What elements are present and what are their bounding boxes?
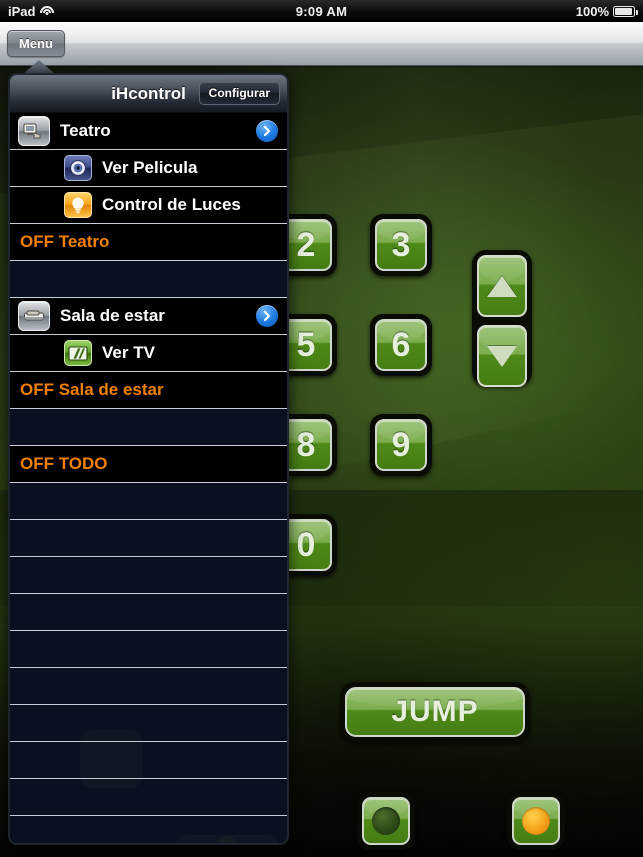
channel-rocker[interactable] <box>472 250 532 387</box>
ios-status-bar: iPad 9:09 AM 100% <box>0 0 643 22</box>
jump-button-label: JUMP <box>391 695 479 728</box>
popover-list: Teatro Ver Pelicula Control de Luces OFF Te… <box>10 113 287 843</box>
keypad-button-label: 0 <box>296 525 316 564</box>
channel-up-button[interactable] <box>477 255 527 317</box>
keypad-button-label: 6 <box>391 325 411 364</box>
popover-row-activity[interactable]: Control de Luces <box>10 187 287 224</box>
disclosure-chevron-icon[interactable] <box>256 120 278 142</box>
keypad-button-label: 5 <box>296 325 316 364</box>
popover-body: iHcontrol Configurar Teatro Ver Pelicula C… <box>8 73 289 845</box>
record-amber-button[interactable] <box>507 792 565 850</box>
battery-percent-label: 100% <box>575 3 609 19</box>
indicator-button-face <box>362 797 410 845</box>
amber-dot-icon <box>522 807 550 835</box>
popover-row-empty <box>10 631 287 668</box>
popover-row-empty <box>10 483 287 520</box>
popover-row-label: Ver Pelicula <box>102 158 198 177</box>
popover-row-activity[interactable]: Ver Pelicula <box>10 150 287 187</box>
keypad-button-label: 3 <box>391 225 411 264</box>
status-bar-clock: 9:09 AM <box>295 3 348 19</box>
triangle-down-icon <box>487 345 517 367</box>
living-room-icon <box>18 301 50 331</box>
triangle-up-icon <box>487 275 517 297</box>
popover-row-activity[interactable]: Ver TV <box>10 335 287 372</box>
popover-row-off[interactable]: OFF Teatro <box>10 224 287 261</box>
rocker-gap <box>477 317 527 325</box>
jump-button[interactable]: JUMP <box>340 682 530 742</box>
keypad-button-label: 2 <box>296 225 316 264</box>
configure-button[interactable]: Configurar <box>198 81 280 105</box>
keypad-button-label: 9 <box>391 425 411 464</box>
popover-row-empty <box>10 557 287 594</box>
battery-full-icon <box>613 5 638 17</box>
popover-row-empty <box>10 779 287 816</box>
record-dark-button[interactable] <box>357 792 415 850</box>
jump-button-face: JUMP <box>345 687 525 737</box>
tv-screen-icon <box>64 340 92 366</box>
popover-row-label: OFF Teatro <box>20 232 110 251</box>
popover-row-label: Control de Luces <box>102 195 241 214</box>
popover-row-empty <box>10 520 287 557</box>
device-name-label: iPad <box>8 3 36 19</box>
popover-row-label: Sala de estar <box>60 306 165 325</box>
popover-row-off[interactable]: OFF TODO <box>10 446 287 483</box>
dark-dot-icon <box>372 807 400 835</box>
popover-row-label: OFF TODO <box>20 454 108 473</box>
popover-title: iHcontrol <box>111 83 186 103</box>
theater-room-icon <box>18 116 50 146</box>
popover-row-empty <box>10 816 287 843</box>
keypad-button-9[interactable]: 9 <box>370 414 432 476</box>
popover-row-empty <box>10 742 287 779</box>
keypad-button-face: 6 <box>375 319 427 371</box>
lightbulb-icon <box>64 192 92 218</box>
popover-row-room[interactable]: Sala de estar <box>10 298 287 335</box>
popover-row-room[interactable]: Teatro <box>10 113 287 150</box>
keypad-button-3[interactable]: 3 <box>370 214 432 276</box>
movie-disc-icon <box>64 155 92 181</box>
status-bar-right: 100% <box>575 3 638 19</box>
popover-header: iHcontrol Configurar <box>10 75 287 113</box>
popover-row-label: Ver TV <box>102 343 155 362</box>
channel-down-button[interactable] <box>477 325 527 387</box>
menu-button[interactable]: Menu <box>7 30 65 57</box>
popover-row-empty <box>10 594 287 631</box>
keypad-button-face: 3 <box>375 219 427 271</box>
wifi-icon <box>40 5 55 17</box>
status-bar-left: iPad <box>8 3 55 19</box>
indicator-button-face <box>512 797 560 845</box>
popover-row-empty <box>10 668 287 705</box>
popover-row-label: Teatro <box>60 121 111 140</box>
popover-row-empty <box>10 409 287 446</box>
popover-row-off[interactable]: OFF Sala de estar <box>10 372 287 409</box>
disclosure-chevron-icon[interactable] <box>256 305 278 327</box>
menu-popover: iHcontrol Configurar Teatro Ver Pelicula C… <box>8 60 289 845</box>
popover-row-empty <box>10 705 287 742</box>
keypad-button-face: 9 <box>375 419 427 471</box>
popover-row-empty <box>10 261 287 298</box>
keypad-button-label: 8 <box>296 425 316 464</box>
keypad-button-6[interactable]: 6 <box>370 314 432 376</box>
popover-row-label: OFF Sala de estar <box>20 380 164 399</box>
